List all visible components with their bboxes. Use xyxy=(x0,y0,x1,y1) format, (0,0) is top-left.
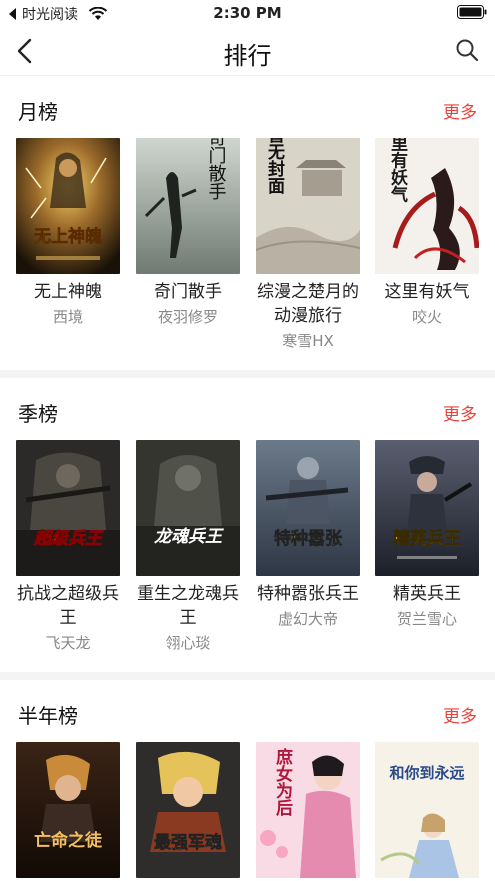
book-cover[interactable]: 和你到永远 xyxy=(375,742,479,878)
more-button[interactable]: 更多 xyxy=(443,400,477,425)
book-card[interactable]: 特种嚣张 特种嚣张兵王 虚幻大帝 xyxy=(256,440,360,629)
book-cover[interactable]: 奇门散手 xyxy=(136,138,240,274)
page-title: 排行 xyxy=(223,42,272,70)
nav-bar: 排行 xyxy=(0,26,495,76)
book-card[interactable]: 庶女为后 xyxy=(256,742,360,878)
book-author: 寒雪HX xyxy=(282,332,334,350)
book-card[interactable]: 精英兵王 精英兵王 贺兰雪心 xyxy=(375,440,479,629)
book-card[interactable]: 最强军魂 xyxy=(136,742,240,878)
cover-text: 暂无封面 xyxy=(264,138,286,195)
book-title[interactable]: 特种嚣张兵王 xyxy=(256,582,360,606)
book-title[interactable]: 这里有妖气 xyxy=(375,280,479,304)
section-half-year: 半年榜 更多 亡命之徒 最强军魂 庶女为后 和你到永远 xyxy=(0,682,495,881)
cover-text: 亡命之徒 xyxy=(34,830,103,851)
book-cover[interactable]: 无上神魄 xyxy=(16,138,120,274)
cover-text: 特种嚣张 xyxy=(274,528,343,549)
book-cover[interactable]: 庶女为后 xyxy=(256,742,360,878)
book-card[interactable]: 这里有妖气 这里有妖气 咬火 xyxy=(375,138,479,327)
battery-icon xyxy=(457,5,487,23)
section-header: 季榜 更多 xyxy=(0,380,495,440)
section-header: 半年榜 更多 xyxy=(0,682,495,742)
book-card[interactable]: 龙魂兵王 重生之龙魂兵王 翎心琰 xyxy=(136,440,240,653)
book-cover[interactable]: 这里有妖气 xyxy=(375,138,479,274)
status-time: 2:30 PM xyxy=(213,4,282,22)
book-card[interactable]: 和你到永远 xyxy=(375,742,479,878)
search-button[interactable] xyxy=(455,38,479,62)
more-button[interactable]: 更多 xyxy=(443,702,477,727)
book-card[interactable]: 亡命之徒 xyxy=(16,742,120,878)
book-author: 西境 xyxy=(52,308,83,326)
section-title: 半年榜 xyxy=(18,704,78,728)
cover-text: 最强军魂 xyxy=(154,832,222,853)
search-icon xyxy=(456,39,479,62)
book-card[interactable]: 无上神魄 无上神魄 西境 xyxy=(16,138,120,327)
book-title[interactable]: 奇门散手 xyxy=(136,280,240,304)
cover-text: 超级兵王 xyxy=(33,529,104,549)
section-monthly: 月榜 更多 无上神魄 无上神魄 西境 奇门散手 奇门散手 夜羽修罗 暂无封面 综… xyxy=(0,78,495,368)
book-card[interactable]: 超级兵王 抗战之超级兵王 飞天龙 xyxy=(16,440,120,653)
book-author: 贺兰雪心 xyxy=(396,610,457,628)
book-author: 咬火 xyxy=(411,308,442,326)
book-title[interactable]: 无上神魄 xyxy=(16,280,120,304)
cover-text: 庶女为后 xyxy=(272,747,293,817)
section-title: 季榜 xyxy=(18,402,58,426)
book-cover[interactable]: 亡命之徒 xyxy=(16,742,120,878)
cover-text: 奇门散手 xyxy=(206,138,227,200)
more-button[interactable]: 更多 xyxy=(443,98,477,123)
book-title[interactable]: 精英兵王 xyxy=(375,582,479,606)
section-quarterly: 季榜 更多 超级兵王 抗战之超级兵王 飞天龙 龙魂兵王 重生之龙魂兵王 翎心琰 … xyxy=(0,380,495,670)
book-author: 虚幻大帝 xyxy=(277,610,338,628)
book-card[interactable]: 暂无封面 综漫之楚月的动漫旅行 寒雪HX xyxy=(256,138,360,351)
book-title[interactable]: 抗战之超级兵王 xyxy=(16,582,120,630)
status-bar: 时光阅读 2:30 PM xyxy=(0,0,495,26)
section-divider xyxy=(0,370,495,378)
book-cover[interactable]: 特种嚣张 xyxy=(256,440,360,576)
book-cover[interactable]: 龙魂兵王 xyxy=(136,440,240,576)
book-author: 夜羽修罗 xyxy=(157,308,218,326)
book-card[interactable]: 奇门散手 奇门散手 夜羽修罗 xyxy=(136,138,240,327)
cover-text: 精英兵王 xyxy=(393,528,461,549)
book-cover[interactable]: 超级兵王 xyxy=(16,440,120,576)
cover-text: 这里有妖气 xyxy=(387,138,409,203)
cover-text: 和你到永远 xyxy=(389,764,464,782)
book-author: 飞天龙 xyxy=(45,634,91,652)
section-header: 月榜 更多 xyxy=(0,78,495,138)
book-author: 翎心琰 xyxy=(165,634,211,652)
section-divider xyxy=(0,672,495,680)
book-title[interactable]: 重生之龙魂兵王 xyxy=(136,582,240,630)
section-title: 月榜 xyxy=(18,100,58,124)
book-title[interactable]: 综漫之楚月的动漫旅行 xyxy=(256,280,360,328)
book-cover[interactable]: 精英兵王 xyxy=(375,440,479,576)
book-cover[interactable]: 最强军魂 xyxy=(136,742,240,878)
cover-text: 龙魂兵王 xyxy=(154,527,224,547)
book-cover[interactable]: 暂无封面 xyxy=(256,138,360,274)
cover-text: 无上神魄 xyxy=(33,226,102,247)
